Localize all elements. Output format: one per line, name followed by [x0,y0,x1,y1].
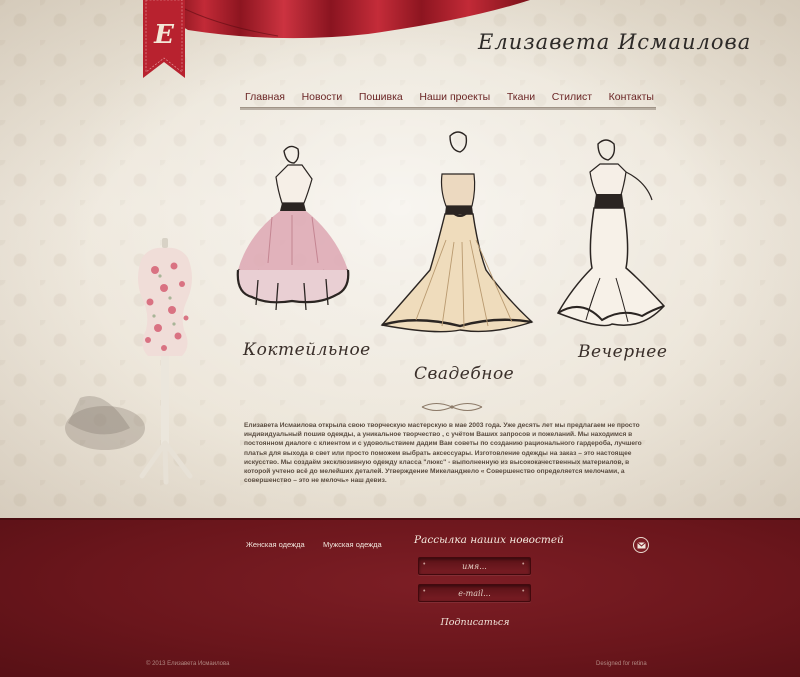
input-dot-icon: • [423,561,426,568]
nav-item-news[interactable]: Новости [302,91,343,103]
nav-item-home[interactable]: Главная [245,91,285,103]
mannequin-image [65,238,193,485]
main-nav: Главная Новости Пошивка Наши проекты Тка… [240,86,656,108]
site-title[interactable]: Елизавета Исмаилова [478,30,750,54]
footer-link-women[interactable]: Женская одежда [246,540,305,549]
category-cocktail-label[interactable]: Коктейльное [243,340,371,360]
input-dot-icon: • [522,561,525,568]
evening-dress-sketch [556,139,666,327]
nav-item-contacts[interactable]: Контакты [609,91,654,103]
envelope-icon [636,541,646,548]
about-text: Елизавета Исмаилова открыла свою творчес… [244,422,642,485]
footer [0,518,800,677]
curtain-decoration [168,0,530,39]
email-input[interactable] [418,584,531,602]
category-evening-label[interactable]: Вечернее [578,342,667,362]
nav-divider [240,107,656,110]
input-dot-icon: • [522,588,525,595]
mail-button[interactable] [633,537,649,553]
logo-monogram[interactable]: Е [143,20,185,50]
cocktail-dress-sketch [236,145,350,311]
name-input[interactable] [418,557,531,575]
ornament-divider [421,403,483,411]
subscribe-button[interactable]: Подписаться [430,617,520,628]
newsletter-title: Рассылка наших новостей [414,534,564,546]
category-wedding-label[interactable]: Свадебное [414,364,514,384]
nav-item-fabrics[interactable]: Ткани [507,91,535,103]
nav-item-projects[interactable]: Наши проекты [419,91,490,103]
nav-item-tailoring[interactable]: Пошивка [359,91,403,103]
nav-item-stylist[interactable]: Стилист [552,91,592,103]
footer-link-men[interactable]: Мужская одежда [323,540,382,549]
designed-for-text: Designed for retina [596,661,647,667]
input-dot-icon: • [423,588,426,595]
copyright-text: © 2013 Елизавета Исмаилова [146,661,230,667]
wedding-dress-sketch [380,131,534,333]
